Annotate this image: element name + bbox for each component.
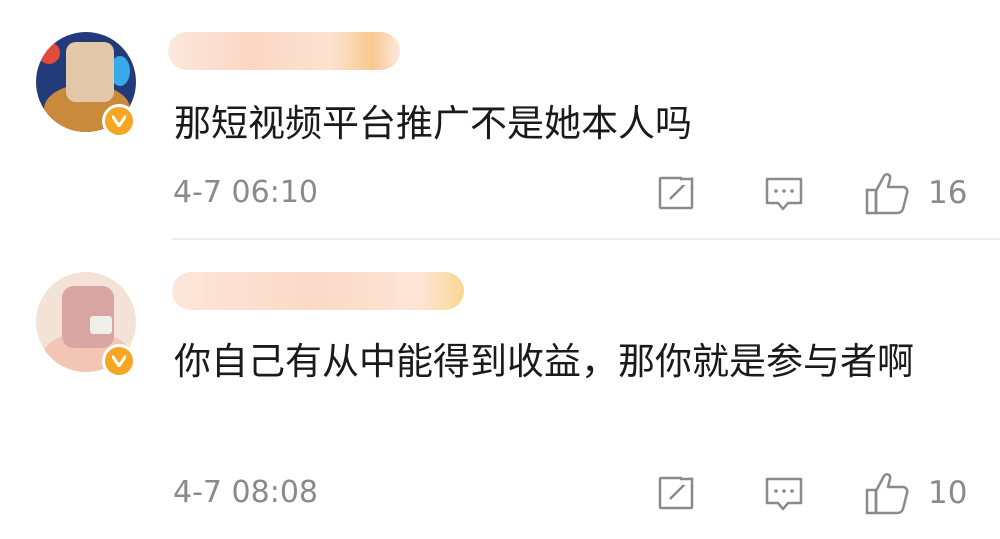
repost-button[interactable] xyxy=(658,475,698,515)
comment-timestamp: 4-7 08:08 xyxy=(173,475,318,510)
comment-icon xyxy=(765,477,803,511)
comment-item-2: 你自己有从中能得到收益，那你就是参与者啊 4-7 08:08 10 xyxy=(0,0,1000,515)
thumbs-up-icon xyxy=(865,473,909,515)
reply-button[interactable] xyxy=(764,476,804,518)
verified-badge-icon xyxy=(102,344,136,378)
comment-text: 你自己有从中能得到收益，那你就是参与者啊 xyxy=(174,340,914,383)
like-count: 10 xyxy=(928,475,968,511)
like-button[interactable] xyxy=(864,470,912,520)
repost-icon xyxy=(658,475,698,510)
username-blurred[interactable] xyxy=(172,272,464,310)
